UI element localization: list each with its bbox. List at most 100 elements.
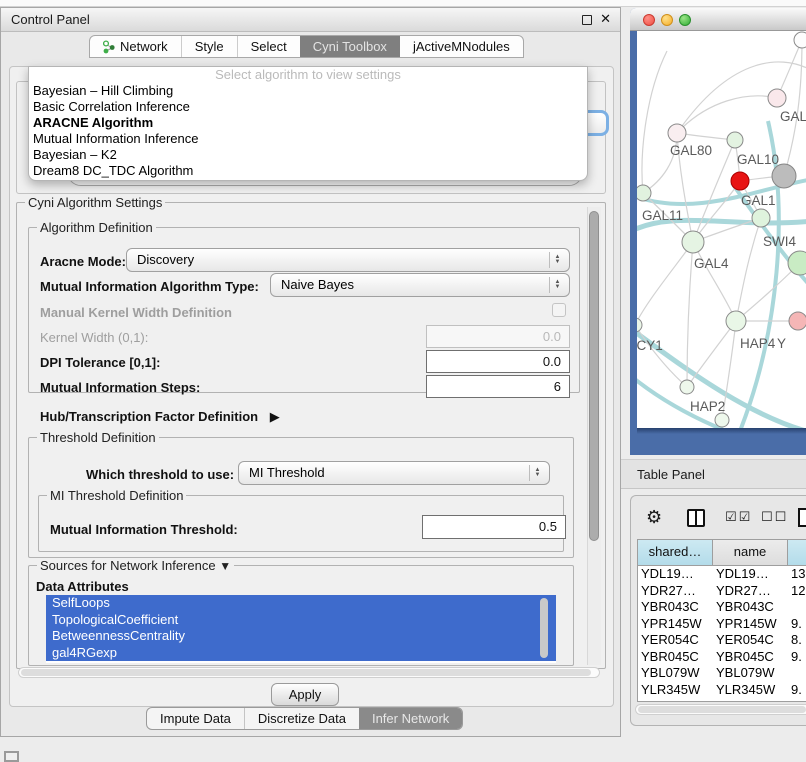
split-columns-icon[interactable] — [687, 509, 705, 527]
settings-hscrollbar[interactable] — [18, 667, 600, 678]
hub-definition-toggle[interactable]: Hub/Transcription Factor Definition ▶ — [40, 409, 280, 425]
close-traffic-light-icon[interactable] — [643, 14, 655, 26]
network-node[interactable] — [752, 209, 770, 227]
tab-discretize-data[interactable]: Discretize Data — [244, 708, 359, 729]
manual-kernel-label: Manual Kernel Width Definition — [40, 305, 232, 320]
tab-infer-network[interactable]: Infer Network — [359, 708, 462, 729]
network-edge[interactable] — [643, 133, 677, 193]
mi-threshold-field[interactable]: 0.5 — [422, 515, 566, 539]
which-threshold-combo[interactable]: MI Threshold ▲▼ — [238, 461, 550, 485]
mi-type-combo[interactable]: Naive Bayes ▲▼ — [270, 273, 570, 297]
settings-vscrollbar-thumb[interactable] — [589, 211, 599, 541]
bottom-tabbar: Impute Data Discretize Data Infer Networ… — [146, 707, 463, 730]
table-panel-title: Table Panel — [637, 467, 705, 482]
network-node[interactable] — [726, 311, 746, 331]
table-row[interactable]: YER054CYER054C8. — [638, 632, 806, 649]
table-hscrollbar-thumb[interactable] — [638, 706, 806, 713]
aracne-mode-combo[interactable]: Discovery ▲▼ — [126, 248, 570, 272]
table-row[interactable]: YDL19…YDL19…13 — [638, 566, 806, 583]
network-node[interactable] — [794, 32, 806, 48]
tab-label: Infer Network — [372, 711, 449, 726]
dropdown-item[interactable]: Dream8 DC_TDC Algorithm — [29, 163, 587, 179]
network-edge[interactable] — [637, 242, 693, 325]
column-header-shared-name[interactable]: shared… — [638, 540, 713, 565]
network-canvas[interactable]: GALGAL80GAL10GAL1GAL11SWI4GAL4GCY1HAP4YH… — [637, 31, 806, 428]
dropdown-item[interactable]: Bayesian – Hill Climbing — [29, 83, 587, 99]
attribute-item[interactable]: TopologicalCoefficient — [46, 612, 556, 629]
zoom-traffic-light-icon[interactable] — [679, 14, 691, 26]
network-node[interactable] — [727, 132, 743, 148]
network-node[interactable] — [768, 89, 786, 107]
manual-kernel-checkbox[interactable] — [552, 303, 566, 317]
checked-boxes-icon[interactable]: ☑☑ — [725, 509, 752, 525]
tab-impute-data[interactable]: Impute Data — [147, 708, 244, 729]
mi-steps-field[interactable]: 6 — [426, 375, 570, 398]
kernel-width-label: Kernel Width (0,1): — [40, 330, 148, 345]
dropdown-item[interactable]: ARACNE Algorithm — [29, 115, 587, 131]
network-node-label: GAL4 — [694, 256, 729, 271]
tab-label: Discretize Data — [258, 711, 346, 726]
kernel-width-field[interactable]: 0.0 — [426, 325, 570, 348]
dpi-tolerance-field[interactable]: 0.0 — [426, 350, 570, 373]
tab-jactivemnodules[interactable]: jActiveMNodules — [400, 36, 523, 57]
network-node[interactable] — [680, 380, 694, 394]
sources-group-title[interactable]: Sources for Network Inference ▼ — [37, 558, 234, 573]
tab-label: Network — [120, 36, 168, 57]
network-node[interactable] — [682, 231, 704, 253]
collapsed-panel-icon[interactable] — [4, 751, 19, 762]
table-cell: YDR27… — [713, 583, 788, 600]
attribute-item[interactable]: BetweennessCentrality — [46, 628, 556, 645]
table-cell: YBR045C — [713, 649, 788, 666]
network-edge[interactable] — [687, 242, 693, 387]
gear-icon[interactable]: ⚙ — [646, 507, 662, 528]
settings-vscrollbar[interactable] — [587, 207, 601, 665]
table-row[interactable]: YDR27…YDR27…12 — [638, 583, 806, 600]
sources-title-label: Sources for Network Inference — [40, 558, 216, 573]
network-edge[interactable] — [642, 51, 667, 193]
table-cell: 13 — [788, 566, 806, 583]
network-node[interactable] — [715, 413, 729, 427]
network-edge[interactable] — [736, 218, 761, 321]
table-row[interactable]: YBR043CYBR043C — [638, 599, 806, 616]
dropdown-item[interactable]: Bayesian – K2 — [29, 147, 587, 163]
tab-style[interactable]: Style — [181, 36, 237, 57]
table-hscrollbar[interactable] — [635, 704, 806, 715]
network-node[interactable] — [637, 318, 642, 332]
data-attributes-list[interactable]: SelfLoopsTopologicalCoefficientBetweenne… — [46, 595, 556, 663]
settings-hscrollbar-thumb[interactable] — [21, 669, 591, 676]
table-row[interactable]: YBR045CYBR045C9. — [638, 649, 806, 666]
network-node[interactable] — [668, 124, 686, 142]
combo-value: Discovery — [137, 252, 194, 267]
attribute-item[interactable]: gal4RGexp — [46, 645, 556, 662]
unchecked-boxes-icon[interactable]: ☐☐ — [761, 509, 788, 525]
minimize-traffic-light-icon[interactable] — [661, 14, 673, 26]
attributes-list-scrollbar[interactable] — [540, 598, 548, 658]
network-edge[interactable] — [677, 96, 777, 133]
table-row[interactable]: YBL079WYBL079W — [638, 665, 806, 682]
tab-network[interactable]: Network — [90, 36, 181, 57]
dropdown-item[interactable]: Mutual Information Inference — [29, 131, 587, 147]
network-edge[interactable] — [637, 325, 687, 387]
attribute-item[interactable]: SelfLoops — [46, 595, 556, 612]
tab-select[interactable]: Select — [237, 36, 300, 57]
network-node-label: SWI4 — [763, 234, 796, 249]
network-node[interactable] — [789, 312, 806, 330]
float-window-icon[interactable] — [582, 15, 592, 25]
dropdown-item[interactable]: Basic Correlation Inference — [29, 99, 587, 115]
tab-cyni-toolbox[interactable]: Cyni Toolbox — [300, 36, 400, 57]
table-row[interactable]: YIL052CYIL052C9 — [638, 698, 806, 702]
tab-label: jActiveMNodules — [413, 36, 510, 57]
table-row[interactable]: YLR345WYLR345W9. — [638, 682, 806, 699]
network-node[interactable] — [772, 164, 796, 188]
document-icon[interactable] — [798, 508, 806, 527]
network-node[interactable] — [731, 172, 749, 190]
column-header-name[interactable]: name — [713, 540, 788, 565]
network-node[interactable] — [637, 185, 651, 201]
table-header-row: shared… name — [638, 540, 806, 566]
apply-button[interactable]: Apply — [271, 683, 339, 706]
close-icon[interactable]: ✕ — [600, 11, 611, 27]
network-edge[interactable] — [693, 242, 736, 321]
table-cell: 9 — [788, 698, 806, 702]
table-row[interactable]: YPR145WYPR145W9. — [638, 616, 806, 633]
column-header-clipped[interactable] — [788, 540, 806, 565]
